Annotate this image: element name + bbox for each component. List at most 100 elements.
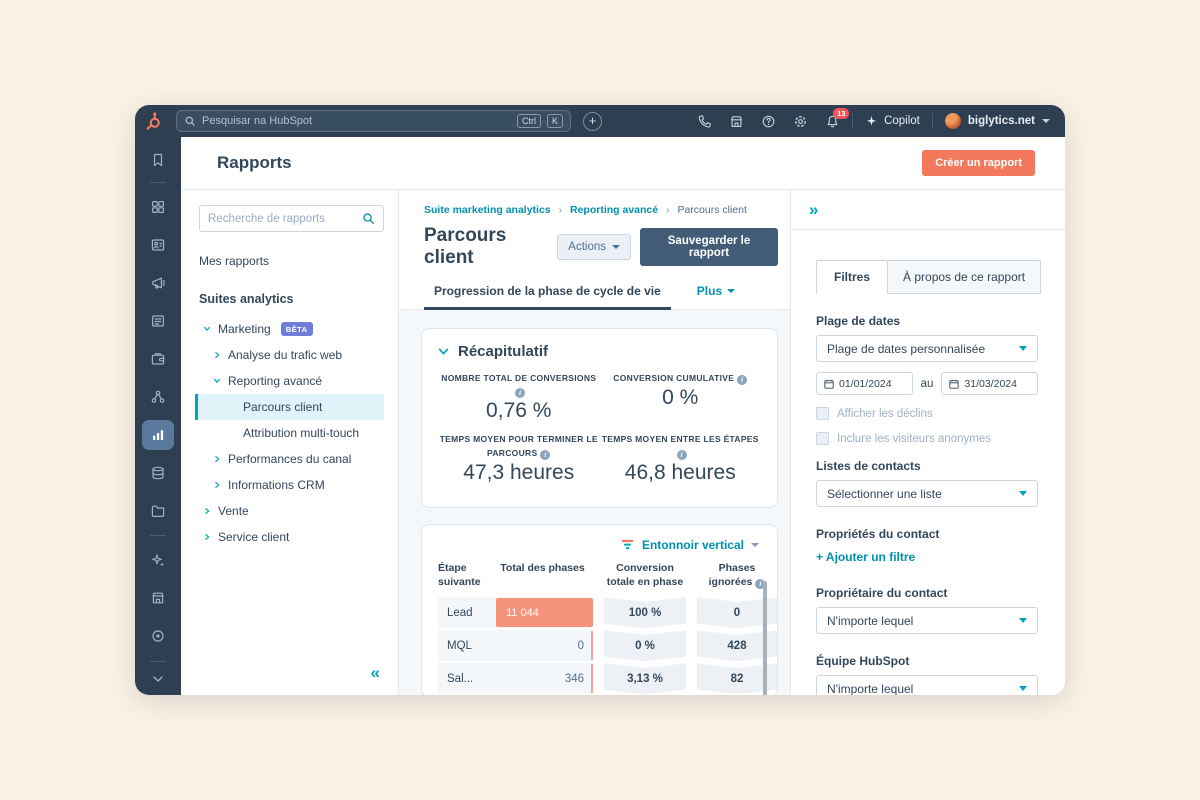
rail-dashboard-icon[interactable]: [142, 188, 174, 226]
nav-item-multitouch-attribution[interactable]: Attribution multi-touch: [195, 420, 384, 446]
nav-item-label: Performances du canal: [228, 452, 351, 466]
rail-ai-icon[interactable]: [142, 541, 174, 579]
nav-item-customer-journey[interactable]: Parcours client: [195, 394, 384, 420]
rail-marketplace-icon[interactable]: [142, 579, 174, 617]
nav-item-web-traffic[interactable]: Analyse du trafic web: [195, 342, 384, 368]
tab-filters[interactable]: Filtres: [816, 260, 888, 294]
rail-automation-icon[interactable]: [142, 378, 174, 416]
more-label: Plus: [697, 284, 722, 298]
funnel-table: Étape suivante Total des phases Conversi…: [438, 556, 763, 695]
rail-bookmark-icon[interactable]: [142, 143, 174, 177]
rail-data-icon[interactable]: [142, 454, 174, 492]
notifications-bell[interactable]: 13: [825, 114, 840, 129]
quick-add-button[interactable]: +: [583, 112, 602, 131]
start-date-input[interactable]: 01/01/2024: [816, 372, 913, 395]
marketplace-icon[interactable]: [729, 114, 744, 129]
metric-label: TEMPS MOYEN POUR TERMINER LE PARCOURS: [440, 434, 598, 457]
collapse-nav-icon[interactable]: «: [371, 663, 380, 683]
funnel-bar: 11 044: [496, 598, 593, 627]
date-range-select[interactable]: Plage de dates personnalisée: [816, 335, 1038, 362]
declines-checkbox-row: Afficher les déclins: [816, 407, 1038, 420]
nav-item-sales[interactable]: Vente: [195, 498, 384, 524]
copilot-button[interactable]: Copilot: [865, 115, 920, 128]
nav-my-reports[interactable]: Mes rapports: [199, 254, 384, 268]
search-icon: [362, 212, 375, 225]
help-icon[interactable]: [761, 114, 776, 129]
summary-card: Récapitulatif NOMBRE TOTAL DE CONVERSION…: [421, 328, 778, 508]
collapse-panel-icon[interactable]: »: [809, 200, 818, 219]
icon-rail: [135, 137, 181, 695]
breadcrumb-link[interactable]: Reporting avancé: [570, 204, 658, 216]
actions-button[interactable]: Actions: [557, 234, 631, 260]
date-between-label: au: [921, 378, 934, 390]
chevron-down-icon: [612, 245, 620, 249]
declines-label: Afficher les déclins: [837, 408, 933, 420]
chevron-right-icon: [213, 455, 221, 463]
tab-lifecycle-progression[interactable]: Progression de la phase de cycle de vie: [424, 284, 671, 310]
reports-search-input[interactable]: [208, 213, 362, 225]
topbar: Pesquisar na HubSpot Ctrl K +: [135, 105, 1065, 137]
rail-marketing-icon[interactable]: [142, 264, 174, 302]
hubspot-logo-icon[interactable]: [144, 111, 164, 131]
contact-owner-select[interactable]: N'importe lequel: [816, 607, 1038, 634]
report-scroll-area[interactable]: Récapitulatif NOMBRE TOTAL DE CONVERSION…: [399, 310, 790, 695]
metric-label: TEMPS MOYEN ENTRE LES ÉTAPES: [602, 434, 759, 444]
nav-item-marketing[interactable]: Marketing BÊTA: [195, 316, 384, 342]
rail-settings-icon[interactable]: [142, 617, 174, 655]
filters-panel: » Filtres À propos de ce rapport Plage d…: [790, 190, 1065, 695]
topbar-icons: 13: [697, 114, 840, 129]
notification-badge: 13: [833, 108, 849, 119]
breadcrumb-link[interactable]: Suite marketing analytics: [424, 204, 551, 216]
total-value: 0: [494, 630, 593, 661]
info-icon[interactable]: [515, 388, 525, 398]
rail-commerce-icon[interactable]: [142, 340, 174, 378]
table-scrollbar[interactable]: [763, 581, 767, 695]
beta-badge: BÊTA: [281, 322, 313, 336]
funnel-view-selector[interactable]: Entonnoir vertical: [438, 533, 763, 554]
nav-item-label: Attribution multi-touch: [243, 426, 359, 440]
panel-tabs: Filtres À propos de ce rapport: [816, 260, 1038, 294]
global-search-input[interactable]: Pesquisar na HubSpot Ctrl K: [176, 110, 571, 132]
rail-reporting-icon[interactable]: [142, 420, 174, 450]
rail-library-icon[interactable]: [142, 492, 174, 530]
rail-chevron-down-icon[interactable]: [142, 667, 174, 691]
nav-item-crm-insights[interactable]: Informations CRM: [195, 472, 384, 498]
contact-lists-select[interactable]: Sélectionner une liste: [816, 480, 1038, 507]
nav-item-label: Analyse du trafic web: [228, 348, 342, 362]
metric-total-conversions: NOMBRE TOTAL DE CONVERSIONS 0,76 %: [438, 372, 600, 423]
contact-lists-value: Sélectionner une liste: [827, 487, 942, 501]
info-icon[interactable]: [737, 375, 747, 385]
rail-content-icon[interactable]: [142, 302, 174, 340]
summary-metrics: NOMBRE TOTAL DE CONVERSIONS 0,76 % CONVE…: [438, 372, 761, 485]
settings-gear-icon[interactable]: [793, 114, 808, 129]
tab-about-report[interactable]: À propos de ce rapport: [888, 260, 1041, 294]
sparkle-icon: [865, 115, 878, 128]
nav-item-customer-service[interactable]: Service client: [195, 524, 384, 550]
declines-checkbox[interactable]: [816, 407, 829, 420]
reports-nav-panel: Mes rapports Suites analytics Marketing …: [181, 190, 399, 695]
metric-avg-time-between: TEMPS MOYEN ENTRE LES ÉTAPES 46,8 heures: [600, 433, 762, 484]
conversion-cell: 0 %: [604, 630, 686, 661]
copilot-label: Copilot: [884, 115, 920, 127]
anonymous-checkbox[interactable]: [816, 432, 829, 445]
nav-item-advanced-reporting[interactable]: Reporting avancé: [195, 368, 384, 394]
rail-contacts-icon[interactable]: [142, 226, 174, 264]
summary-collapse-toggle[interactable]: Récapitulatif: [438, 343, 761, 360]
calendar-icon: [824, 379, 834, 389]
funnel-table-header: Étape suivante Total des phases Conversi…: [438, 556, 763, 597]
hubspot-team-select[interactable]: N'importe lequel: [816, 675, 1038, 695]
create-report-button[interactable]: Créer un rapport: [922, 150, 1035, 176]
page-header: Rapports Créer un rapport: [181, 137, 1065, 190]
more-tabs-button[interactable]: Plus: [697, 284, 735, 309]
info-icon[interactable]: [677, 450, 687, 460]
nav-item-channel-performance[interactable]: Performances du canal: [195, 446, 384, 472]
account-menu[interactable]: biglytics.net: [945, 113, 1050, 129]
end-date-input[interactable]: 31/03/2024: [941, 372, 1038, 395]
info-icon[interactable]: [540, 450, 550, 460]
save-report-button[interactable]: Sauvegarder le rapport: [640, 228, 778, 266]
date-range-value: Plage de dates personnalisée: [827, 342, 985, 356]
table-row: Sal... 346 3,13 % 82: [438, 663, 763, 694]
phone-icon[interactable]: [697, 114, 712, 129]
add-filter-link[interactable]: + Ajouter un filtre: [816, 550, 1038, 564]
reports-search[interactable]: [199, 205, 384, 232]
